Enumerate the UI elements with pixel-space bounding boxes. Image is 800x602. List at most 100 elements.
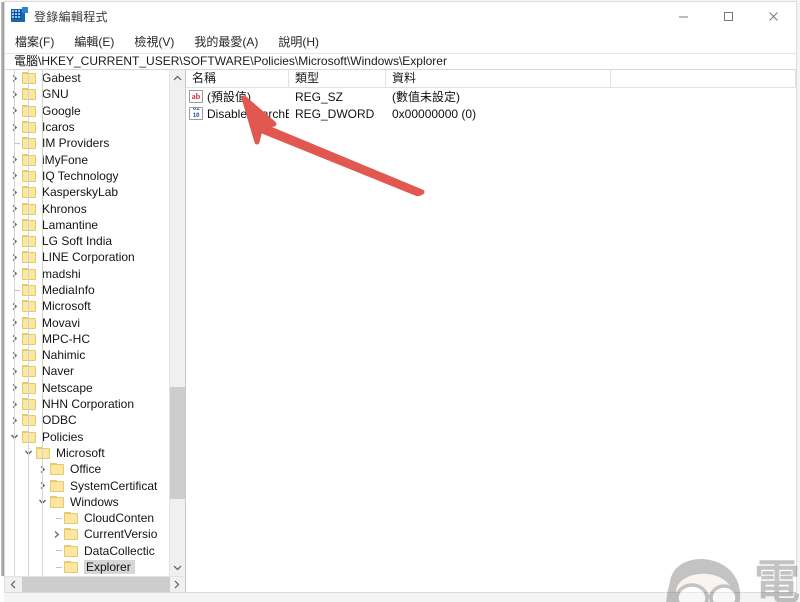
- scroll-left-icon[interactable]: [5, 577, 22, 592]
- tree-node[interactable]: CloudConten: [5, 510, 185, 526]
- tree-node[interactable]: IQ Technology: [5, 168, 185, 184]
- menu-favorites[interactable]: 我的最愛(A): [193, 32, 268, 52]
- tree-node-label: KasperskyLab: [42, 185, 119, 200]
- tree-node[interactable]: Naver: [5, 363, 185, 379]
- tree-node[interactable]: SystemCertificat: [5, 477, 185, 493]
- scroll-up-icon[interactable]: [170, 70, 186, 87]
- tree-node[interactable]: Gabest: [5, 70, 185, 86]
- tree-node[interactable]: LINE Corporation: [5, 249, 185, 265]
- folder-icon: [50, 479, 65, 492]
- tree-node[interactable]: ODBC: [5, 412, 185, 428]
- tree-node-label: IM Providers: [42, 136, 110, 151]
- folder-icon: [22, 72, 37, 85]
- folder-icon: [22, 235, 37, 248]
- tree-node[interactable]: Windows: [5, 494, 185, 510]
- scroll-right-icon[interactable]: [168, 577, 185, 592]
- folder-icon: [22, 104, 37, 117]
- tree-node[interactable]: Office: [5, 461, 185, 477]
- tree-node-label: ODBC: [42, 413, 77, 428]
- tree-node[interactable]: Google: [5, 103, 185, 119]
- tree-node[interactable]: DataCollectic: [5, 543, 185, 559]
- folder-icon: [64, 544, 79, 557]
- tree-node[interactable]: iMyFone: [5, 151, 185, 167]
- folder-icon: [22, 414, 37, 427]
- tree-node-label: Google: [42, 103, 81, 118]
- chevron-right-icon[interactable]: [49, 530, 64, 539]
- tree-node[interactable]: KasperskyLab: [5, 184, 185, 200]
- tree-node-label: SystemCertificat: [70, 478, 158, 493]
- tree-node[interactable]: NHN Corporation: [5, 396, 185, 412]
- menu-help[interactable]: 說明(H): [277, 32, 329, 52]
- tree-node[interactable]: Policies: [5, 429, 185, 445]
- tree-node-label: GNU: [42, 87, 69, 102]
- minimize-button[interactable]: [661, 2, 706, 31]
- tree-node-label: madshi: [42, 266, 81, 281]
- tree-node-label: Movavi: [42, 315, 81, 330]
- tree-node[interactable]: Movavi: [5, 314, 185, 330]
- tree-node[interactable]: Explorer: [5, 559, 185, 575]
- value-type-cell: REG_DWORD: [295, 106, 375, 121]
- editor-body: Gabest GNU Google Icaros IM Providers iMyFone…: [5, 70, 800, 602]
- tree-node[interactable]: IM Providers: [5, 135, 185, 151]
- folder-icon: [64, 561, 79, 574]
- tree-node[interactable]: CurrentVersio: [5, 526, 185, 542]
- folder-icon: [22, 349, 37, 362]
- dword-value-icon: [189, 107, 203, 120]
- folder-icon: [22, 398, 37, 411]
- tree-node-label: CloudConten: [84, 511, 155, 526]
- tree-node[interactable]: Microsoft: [5, 298, 185, 314]
- tree-vertical-scrollbar[interactable]: [169, 70, 185, 576]
- column-header-data[interactable]: 資料: [386, 70, 611, 87]
- menu-file[interactable]: 檔案(F): [14, 32, 64, 52]
- value-name-cell[interactable]: DisableSearchB...: [186, 106, 289, 122]
- address-bar[interactable]: 電腦\HKEY_CURRENT_USER\SOFTWARE\Policies\M…: [5, 53, 796, 70]
- menu-view[interactable]: 檢視(V): [133, 32, 184, 52]
- folder-icon: [22, 251, 37, 264]
- tree-hscroll-track[interactable]: [22, 577, 170, 592]
- tree-node[interactable]: madshi: [5, 266, 185, 282]
- tree-node-label: Icaros: [42, 120, 75, 135]
- folder-icon: [64, 528, 79, 541]
- values-column-header[interactable]: 名稱 類型 資料: [186, 70, 796, 88]
- tree-node-label: Microsoft: [42, 299, 91, 314]
- tree-horizontal-scrollbar[interactable]: [5, 576, 185, 592]
- value-row[interactable]: (預設值) REG_SZ (數值未設定): [186, 88, 796, 105]
- tree-node[interactable]: Nahimic: [5, 347, 185, 363]
- folder-icon: [22, 381, 37, 394]
- column-header-name[interactable]: 名稱: [186, 70, 289, 87]
- tree-node[interactable]: Icaros: [5, 119, 185, 135]
- tree-scroll-track[interactable]: [169, 87, 185, 559]
- values-pane: 名稱類型資料 (預設值) REG_SZ (數值未設定) DisableSearchB.…: [186, 70, 800, 602]
- tree-scroll-thumb[interactable]: [169, 387, 185, 499]
- tree-node[interactable]: Netscape: [5, 380, 185, 396]
- tree-node-label: LG Soft India: [42, 234, 113, 249]
- tree-guide-line: [42, 70, 43, 576]
- value-name-label: DisableSearchB...: [207, 106, 289, 121]
- tree-node[interactable]: LG Soft India: [5, 233, 185, 249]
- value-type-cell: REG_SZ: [295, 89, 344, 104]
- tree-node[interactable]: GNU: [5, 86, 185, 102]
- folder-icon: [22, 300, 37, 313]
- tree-node-label: Lamantine: [42, 217, 99, 232]
- tree-node[interactable]: MPC-HC: [5, 331, 185, 347]
- value-row[interactable]: DisableSearchB... REG_DWORD 0x00000000 (0): [186, 105, 796, 122]
- close-button[interactable]: [751, 2, 796, 31]
- tree-node-label: Nahimic: [42, 348, 86, 363]
- values-list[interactable]: (預設值) REG_SZ (數值未設定) DisableSearchB... REG_D…: [186, 88, 796, 592]
- tree-node[interactable]: Khronos: [5, 200, 185, 216]
- value-data-cell: (數值未設定): [392, 89, 460, 104]
- tree-node-label: MPC-HC: [42, 331, 90, 346]
- tree-node[interactable]: Lamantine: [5, 217, 185, 233]
- folder-icon: [22, 121, 37, 134]
- value-name-cell[interactable]: (預設值): [186, 89, 289, 105]
- tree-node-label: LINE Corporation: [42, 250, 135, 265]
- key-tree[interactable]: Gabest GNU Google Icaros IM Providers iMyFone…: [5, 70, 185, 576]
- menu-edit[interactable]: 編輯(E): [73, 32, 124, 52]
- tree-node[interactable]: MediaInfo: [5, 282, 185, 298]
- key-tree-pane: Gabest GNU Google Icaros IM Providers iMyFone…: [5, 70, 186, 592]
- maximize-button[interactable]: [706, 2, 751, 31]
- tree-node[interactable]: Microsoft: [5, 445, 185, 461]
- scroll-down-icon[interactable]: [170, 559, 186, 576]
- tree-hscroll-thumb[interactable]: [22, 577, 170, 592]
- column-header-type[interactable]: 類型: [289, 70, 386, 87]
